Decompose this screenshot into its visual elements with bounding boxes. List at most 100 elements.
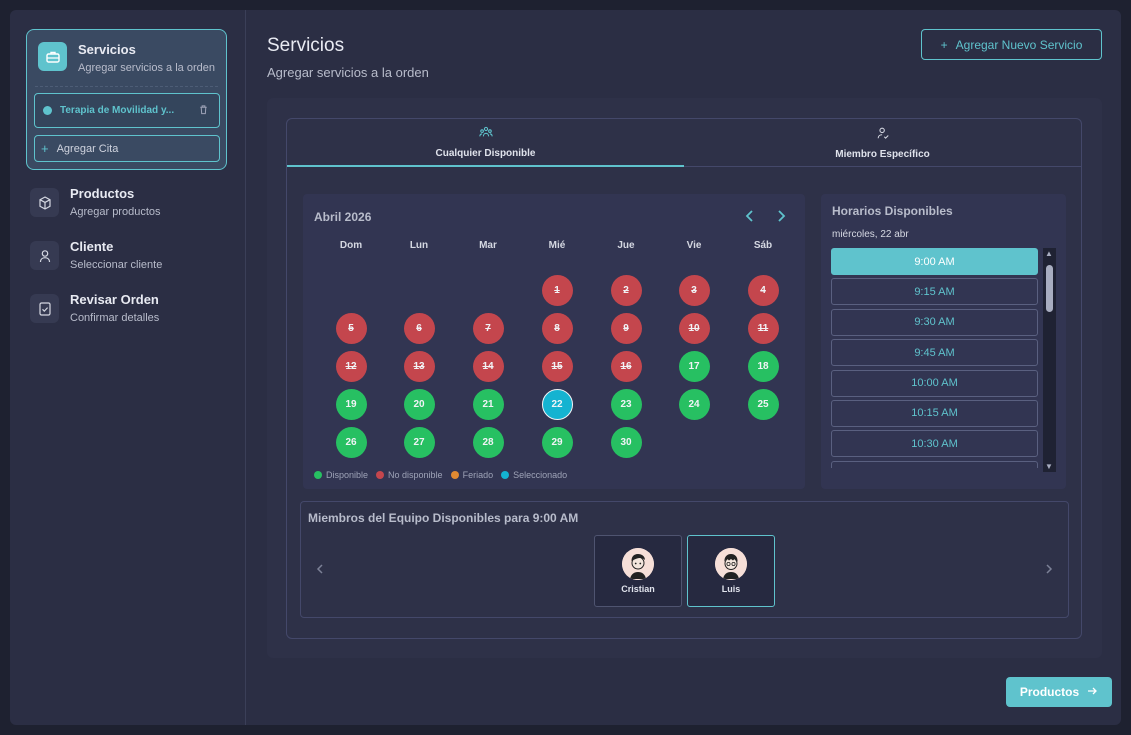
time-slot[interactable]: 9:45 AM [831,339,1038,367]
calendar-day[interactable]: 23 [610,388,642,420]
group-icon [478,125,493,142]
calendar-day[interactable]: 17 [678,350,710,382]
member-card[interactable]: Cristian [594,535,682,607]
app-window: Servicios Agregar servicios a la orden T… [10,10,1121,725]
legend-label: Disponible [326,470,369,480]
time-slot[interactable]: 10:30 AM [831,430,1038,458]
weekday-header: Jue [617,240,635,251]
time-slots-date: miércoles, 22 abr [832,229,909,240]
step-subtitle: Seleccionar cliente [70,259,163,271]
weekday-header: Sáb [753,240,773,251]
calendar-day[interactable]: 27 [403,426,435,458]
divider [35,86,218,87]
calendar-day: 11 [747,312,779,344]
weekday-header: Mié [548,240,566,251]
legend-label: No disponible [388,470,443,480]
scroll-down-icon[interactable]: ▼ [1045,462,1053,471]
time-slots-panel: Horarios Disponibles miércoles, 22 abr 9… [821,194,1066,489]
next-button-label: Productos [1019,685,1080,699]
checklist-icon [30,294,59,323]
calendar-day: 5 [335,312,367,344]
calendar-day[interactable]: 21 [472,388,504,420]
calendar-day[interactable]: 24 [678,388,710,420]
trash-icon[interactable] [198,102,209,120]
step-cliente[interactable]: Cliente Seleccionar cliente [30,239,230,279]
time-slot[interactable]: 10:00 AM [831,369,1038,397]
step-title: Servicios [78,42,136,57]
weekday-header: Vie [686,240,702,251]
tab-cualquier-disponible[interactable]: Cualquier Disponible [287,119,684,167]
step-title: Cliente [70,239,114,254]
scrollbar-thumb[interactable] [1046,265,1053,312]
avatar [622,548,654,580]
step-productos[interactable]: Productos Agregar productos [30,186,230,226]
time-slot[interactable]: 10:15 AM [831,399,1038,427]
scrollbar[interactable]: ▲ ▼ [1043,248,1056,472]
weekday-header: Lun [409,240,429,251]
add-cita-label: Agregar Cita [56,142,119,155]
calendar-day[interactable]: 28 [472,426,504,458]
chevron-left-icon[interactable] [315,562,325,579]
cube-icon [30,188,59,217]
tab-miembro-especifico[interactable]: Miembro Específico [684,119,1081,167]
legend-label: Seleccionado [513,470,568,480]
calendar-day[interactable]: 20 [403,388,435,420]
weekday-header: Mar [479,240,497,251]
arrow-right-icon [1087,685,1098,699]
calendar-day[interactable]: 29 [541,426,573,458]
calendar-day[interactable]: 25 [747,388,779,420]
calendar-day[interactable]: 26 [335,426,367,458]
time-slot[interactable]: 10:45 AM [831,460,1038,468]
calendar-legend: Disponible No disponible Feriado Selecci… [314,470,567,480]
time-slot[interactable]: 9:15 AM [831,278,1038,306]
step-subtitle: Agregar servicios a la orden [78,62,215,74]
member-card[interactable]: Luis [687,535,775,607]
time-slot[interactable]: 9:00 AM [831,248,1038,275]
main-content: Servicios Agregar servicios a la orden +… [247,10,1121,725]
calendar: Abril 2026 Dom Lun Mar Mié Jue Vie Sáb 1234567… [303,194,805,489]
calendar-day: 8 [541,312,573,344]
plus-icon: + [41,141,49,156]
chevron-right-icon[interactable] [775,209,787,228]
page-title: Servicios [267,35,345,56]
step-servicios[interactable]: Servicios Agregar servicios a la orden T… [26,29,227,170]
scheduler-card: Cualquier Disponible Miembro Específico … [286,118,1082,639]
scroll-up-icon[interactable]: ▲ [1045,249,1053,258]
page-subtitle: Agregar servicios a la orden [267,65,429,80]
calendar-day: 6 [403,312,435,344]
tab-label: Miembro Específico [835,149,930,160]
calendar-day: 13 [403,350,435,382]
calendar-day[interactable]: 22 [541,388,573,420]
add-cita-button[interactable]: + Agregar Cita [34,135,220,162]
calendar-day: 1 [541,274,573,306]
add-service-button[interactable]: + Agregar Nuevo Servicio [921,29,1102,60]
step-revisar-orden[interactable]: Revisar Orden Confirmar detalles [30,292,230,332]
legend-item: No disponible [376,470,443,480]
calendar-day[interactable]: 19 [335,388,367,420]
calendar-day: 12 [335,350,367,382]
step-title: Revisar Orden [70,292,159,307]
user-icon [30,241,59,270]
calendar-day: 14 [472,350,504,382]
calendar-day: 16 [610,350,642,382]
weekday-header: Dom [339,240,363,251]
time-slot-list: 9:00 AM 9:15 AM 9:30 AM 9:45 AM 10:00 AM 10:1… [831,248,1039,468]
calendar-day: 15 [541,350,573,382]
legend-item: Disponible [314,470,368,480]
time-slot[interactable]: 9:30 AM [831,308,1038,336]
service-item[interactable]: Terapia de Movilidad y... [34,93,220,128]
step-subtitle: Agregar productos [70,206,161,218]
calendar-day: 2 [610,274,642,306]
calendar-day[interactable]: 18 [747,350,779,382]
plus-icon: + [940,37,948,52]
calendar-month-label: Abril 2026 [314,210,372,224]
step-title: Productos [70,186,135,201]
next-productos-button[interactable]: Productos [1006,677,1112,707]
member-name: Cristian [621,584,655,594]
user-check-icon [876,126,890,143]
calendar-day: 3 [678,274,710,306]
chevron-right-icon[interactable] [1044,562,1054,579]
calendar-day[interactable]: 30 [610,426,642,458]
chevron-left-icon[interactable] [744,209,756,228]
legend-item: Feriado [450,470,493,480]
